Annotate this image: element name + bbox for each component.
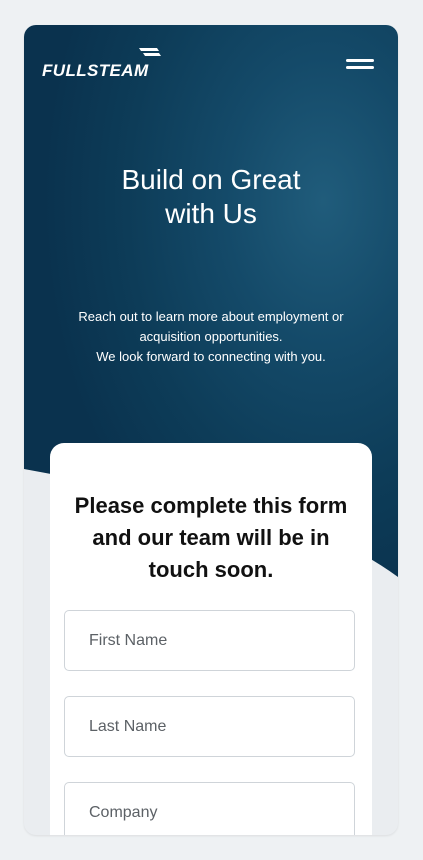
first-name-input[interactable] [64, 610, 355, 671]
hero-desc-line2: acquisition opportunities. [139, 329, 283, 344]
form-heading-line3: touch soon. [148, 557, 274, 582]
mobile-viewport: FULLSTEAM Build on Great with Us Reach o… [24, 25, 398, 835]
hero-description: Reach out to learn more about employment… [38, 307, 384, 367]
hamburger-icon-bar-bottom [346, 66, 374, 69]
fullsteam-logo[interactable]: FULLSTEAM [42, 47, 172, 81]
form-heading: Please complete this form and our team w… [60, 490, 362, 586]
contact-form-card: Please complete this form and our team w… [50, 443, 372, 835]
logo-text: FULLSTEAM [42, 61, 149, 80]
form-heading-line1: Please complete this form [74, 493, 348, 518]
hamburger-menu-button[interactable] [342, 53, 376, 75]
hero-title-line1: Build on Great [121, 164, 301, 195]
hero-desc-line3: We look forward to connecting with you. [96, 349, 326, 364]
hero-title-line2: with Us [165, 198, 257, 229]
hero-desc-line1: Reach out to learn more about employment… [78, 309, 344, 324]
hamburger-icon-bar-top [346, 59, 374, 62]
hero-title: Build on Great with Us [44, 163, 378, 231]
last-name-input[interactable] [64, 696, 355, 757]
form-heading-line2: and our team will be in [92, 525, 330, 550]
company-input[interactable] [64, 782, 355, 835]
